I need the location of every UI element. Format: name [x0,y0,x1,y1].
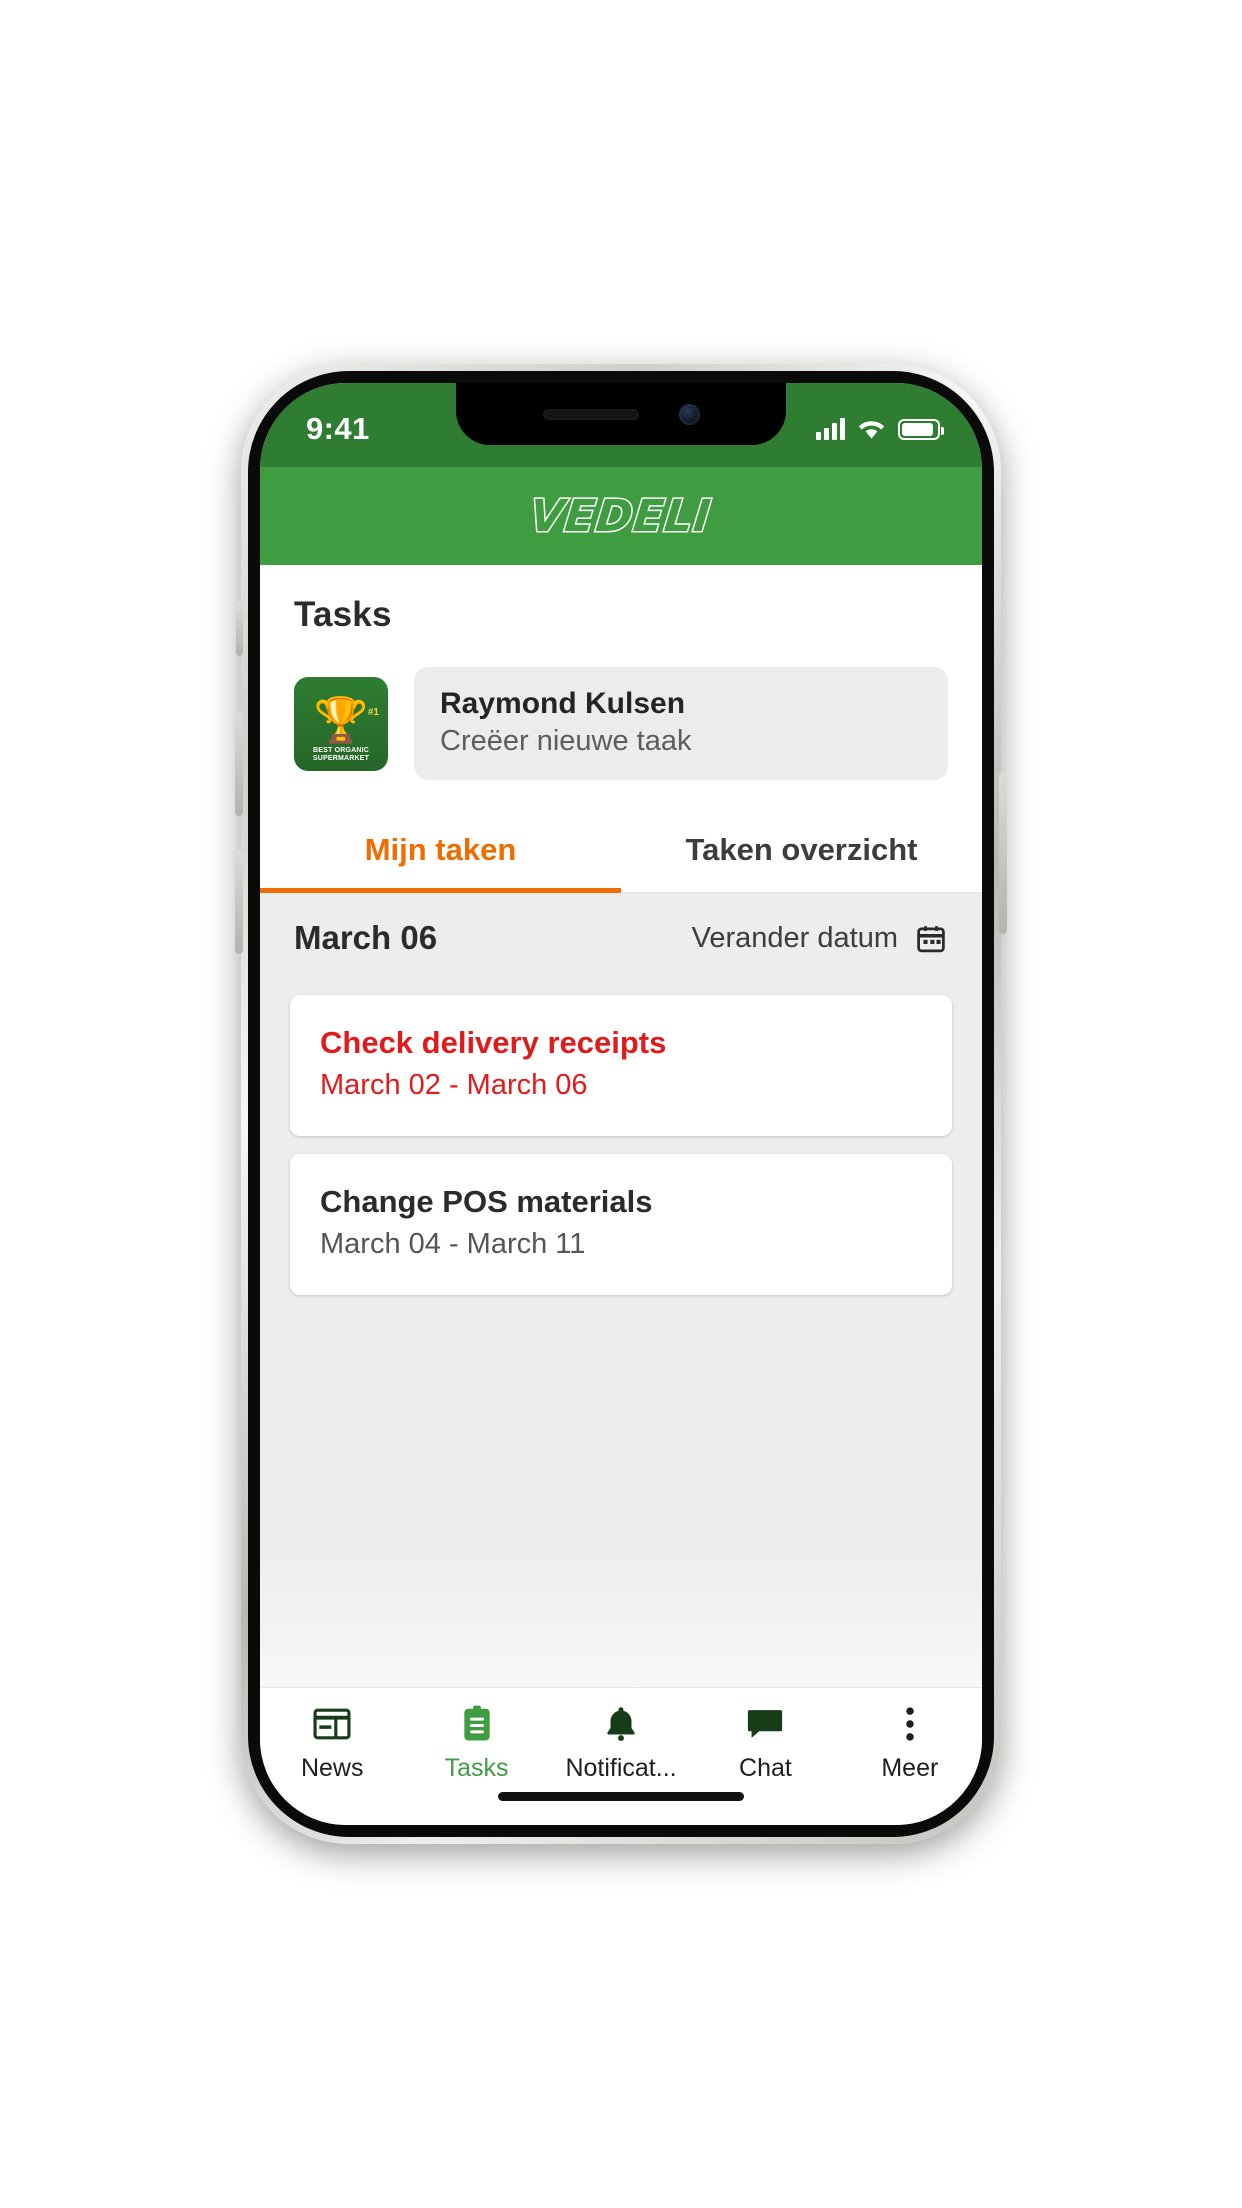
create-task-input[interactable]: Raymond Kulsen Creëer nieuwe taak [414,667,948,780]
battery-full-icon [898,418,944,440]
phone-screen: 9:41 Vedeli [260,383,982,1825]
front-camera [678,403,700,425]
task-tabs: Mijn taken Taken overzicht [260,810,982,893]
trophy-badge-avatar[interactable]: 🏆 #1 BEST ORGANIC SUPERMARKET [294,676,388,771]
task-date-range: March 02 - March 06 [320,1069,588,1101]
calendar-icon [914,922,948,955]
bottom-tab-bar: News Tasks Notificat... Chat Meer [260,1687,982,1825]
tab-notifications-label: Notificat... [565,1754,677,1782]
silent-switch[interactable] [236,602,243,656]
tab-news[interactable]: News [260,1704,404,1783]
task-title: Change POS materials [320,1184,653,1219]
create-task-row[interactable]: 🏆 #1 BEST ORGANIC SUPERMARKET Raymond Ku… [260,641,982,810]
screenshot-stage: 9:41 Vedeli [0,0,1242,2208]
device-notch [456,383,786,445]
status-time: 9:41 [306,411,370,446]
volume-down-button[interactable] [235,850,243,954]
tab-chat-label: Chat [739,1754,792,1782]
tab-chat[interactable]: Chat [693,1704,837,1783]
vedeli-logo: Vedeli [526,489,715,543]
create-task-placeholder: Creëer nieuwe taak [440,725,692,757]
more-vertical-icon [903,1704,917,1744]
earpiece-speaker [542,408,639,420]
tab-news-label: News [300,1754,364,1782]
tab-more-label: Meer [881,1754,939,1782]
news-icon [313,1704,351,1744]
list-bottom-fade [260,1537,982,1687]
bell-icon [604,1704,638,1744]
tab-notifications[interactable]: Notificat... [549,1704,693,1783]
task-date-range: March 04 - March 11 [320,1228,586,1260]
tab-more[interactable]: Meer [838,1704,982,1783]
task-card[interactable]: Change POS materials March 04 - March 11 [290,1154,952,1295]
page-title: Tasks [294,595,392,634]
tab-tasks[interactable]: Tasks [404,1704,548,1783]
status-indicators [816,418,944,440]
page-title-section: Tasks [260,565,982,641]
volume-up-button[interactable] [235,712,243,816]
user-name: Raymond Kulsen [440,687,686,720]
tab-taken-overzicht[interactable]: Taken overzicht [621,810,982,892]
selected-date-label: March 06 [294,919,438,956]
task-list-content: March 06 Verander datum Check delivery r… [260,893,982,1687]
tab-tasks-label: Tasks [444,1754,509,1782]
avatar-rank: #1 [367,706,379,718]
list-empty-space [260,1295,982,1537]
date-bar: March 06 Verander datum [260,893,982,981]
home-indicator[interactable] [498,1792,744,1801]
trophy-icon: 🏆 [313,695,369,745]
tab-mijn-taken[interactable]: Mijn taken [260,810,621,893]
app-header: Vedeli [260,467,982,565]
cellular-signal-icon [816,418,845,440]
avatar-badge-text: BEST ORGANIC SUPERMARKET [312,747,370,763]
chat-icon [746,1704,784,1744]
change-date-label: Verander datum [691,921,898,954]
change-date-button[interactable]: Verander datum [692,922,948,955]
clipboard-icon [461,1704,493,1744]
task-card[interactable]: Check delivery receipts March 02 - March… [290,995,952,1136]
wifi-icon [858,419,885,440]
task-title: Check delivery receipts [320,1025,667,1060]
phone-device-frame: 9:41 Vedeli [235,364,1007,1844]
task-card-list: Check delivery receipts March 02 - March… [260,981,982,1295]
power-button[interactable] [999,772,1007,934]
